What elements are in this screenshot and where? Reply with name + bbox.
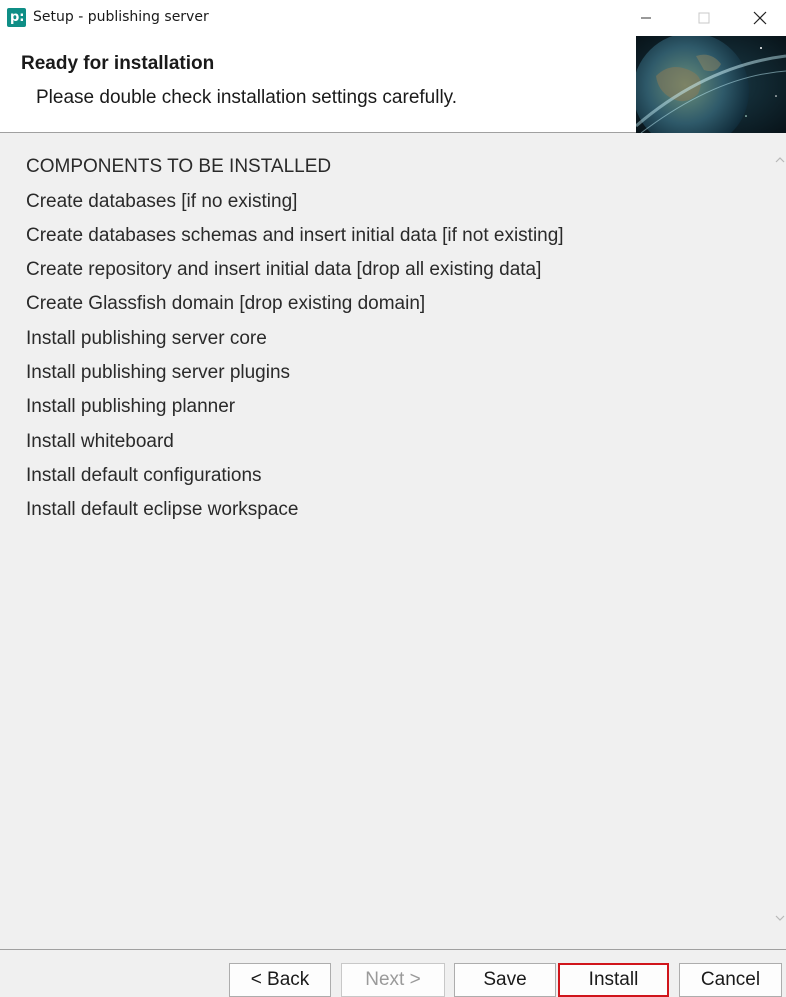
earth-banner-image (636, 36, 786, 133)
minimize-button[interactable] (617, 0, 675, 36)
app-icon-glyph: p: (10, 10, 25, 25)
list-item: Install publishing server core (26, 328, 267, 349)
header-banner: Ready for installation Please double che… (0, 36, 786, 133)
page-title: Ready for installation (21, 53, 215, 74)
list-item: Install default configurations (26, 465, 262, 486)
cancel-button[interactable]: Cancel (679, 963, 782, 997)
chevron-up-icon[interactable] (774, 154, 786, 166)
list-item: Install publishing planner (26, 396, 236, 417)
maximize-button[interactable] (675, 0, 733, 36)
chevron-down-icon[interactable] (774, 912, 786, 924)
close-icon (753, 11, 766, 25)
title-bar: p: Setup - publishing server (0, 0, 786, 36)
close-button[interactable] (733, 0, 786, 36)
list-item: Create repository and insert initial dat… (26, 259, 542, 280)
app-icon: p: (7, 8, 26, 27)
list-item: Install default eclipse workspace (26, 499, 299, 520)
list-item: Create databases schemas and insert init… (26, 225, 564, 246)
footer-divider (0, 949, 786, 950)
list-item: Install publishing server plugins (26, 362, 291, 383)
next-button[interactable]: Next > (341, 963, 445, 997)
vertical-scrollbar[interactable] (772, 134, 786, 949)
list-item: Create databases [if no existing] (26, 191, 298, 212)
list-item: Install whiteboard (26, 431, 174, 452)
page-subtitle: Please double check installation setting… (36, 87, 458, 108)
save-button[interactable]: Save (454, 963, 556, 997)
install-button[interactable]: Install (558, 963, 669, 997)
window-title: Setup - publishing server (33, 9, 209, 25)
components-list: COMPONENTS TO BE INSTALLED Create databa… (0, 134, 772, 949)
list-heading: COMPONENTS TO BE INSTALLED (26, 156, 332, 177)
list-item: Create Glassfish domain [drop existing d… (26, 293, 426, 314)
maximize-icon (698, 12, 710, 24)
back-button[interactable]: < Back (229, 963, 331, 997)
minimize-icon (641, 17, 651, 19)
